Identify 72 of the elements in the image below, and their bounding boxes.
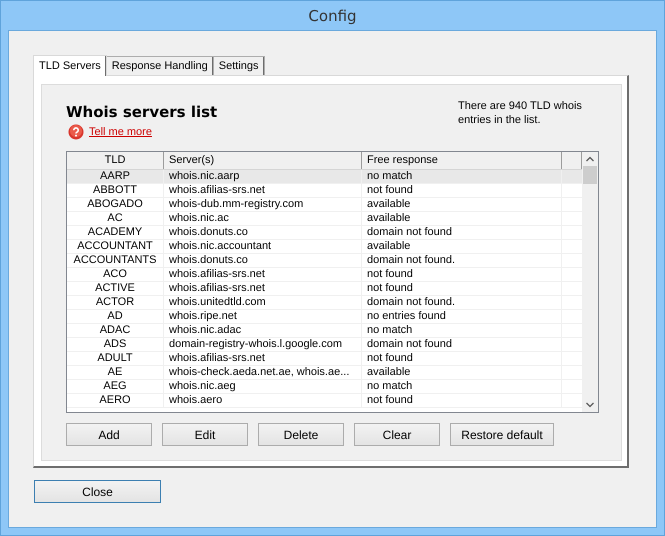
table-cell: whois.donuts.co	[164, 254, 362, 267]
table-cell: whois.nic.aarp	[164, 170, 362, 183]
table-cell: ACADEMY	[67, 226, 164, 239]
table-cell: ACCOUNTANT	[67, 240, 164, 253]
tab[interactable]: Response Handling	[106, 56, 214, 75]
table-cell: AD	[67, 310, 164, 323]
table-cell: ACTOR	[67, 296, 164, 309]
table-cell: whois-check.aeda.net.ae, whois.ae...	[164, 366, 362, 379]
table-cell: whois.ripe.net	[164, 310, 362, 323]
table-cell: whois.afilias-srs.net	[164, 268, 362, 281]
table-cell: no match	[362, 324, 562, 337]
vertical-scrollbar[interactable]	[582, 152, 598, 412]
table-cell: domain-registry-whois.l.google.com	[164, 338, 362, 351]
table-cell: no match	[362, 380, 562, 393]
table-cell: domain not found	[362, 226, 562, 239]
table-cell: whois.nic.aeg	[164, 380, 362, 393]
table-cell: AERO	[67, 394, 164, 407]
table-cell: ADS	[67, 338, 164, 351]
table-cell: whois.nic.ac	[164, 212, 362, 225]
close-button[interactable]: Close	[34, 480, 161, 503]
table-cell: ADAC	[67, 324, 164, 337]
table-cell: not found	[362, 394, 562, 407]
table-cell: AEG	[67, 380, 164, 393]
table-cell: ACCOUNTANTS	[67, 254, 164, 267]
column-header[interactable]: TLD	[67, 152, 164, 169]
column-header[interactable]: Free response	[362, 152, 562, 169]
table-cell: domain not found.	[362, 254, 562, 267]
scrollbar-thumb[interactable]	[583, 166, 597, 184]
table-cell: AC	[67, 212, 164, 225]
table-cell: not found	[362, 352, 562, 365]
table-cell: no entries found	[362, 310, 562, 323]
servers-table[interactable]	[66, 151, 599, 413]
column-header[interactable]: Server(s)	[164, 152, 362, 169]
table-cell: domain not found.	[362, 296, 562, 309]
window-title: Config	[308, 6, 357, 24]
table-cell: whois.nic.adac	[164, 324, 362, 337]
selected-row[interactable]: AARP whois.nic.aarp no match	[67, 170, 582, 184]
table-cell: not found	[362, 282, 562, 295]
table-cell: ACO	[67, 268, 164, 281]
table-cell: ADULT	[67, 352, 164, 365]
clear-button[interactable]: Clear	[354, 423, 440, 446]
table-cell: available	[362, 240, 562, 253]
table-cell: available	[362, 198, 562, 211]
table-cell: AARP	[67, 170, 164, 183]
edit-button[interactable]: Edit	[162, 423, 248, 446]
table-cell: whois.aero	[164, 394, 362, 407]
table-cell: not found	[362, 268, 562, 281]
table-cell: not found	[362, 184, 562, 197]
help-link[interactable]: Tell me more	[89, 126, 152, 138]
tab[interactable]: Settings	[212, 56, 265, 75]
tab[interactable]: TLD Servers	[33, 55, 107, 76]
table-cell: domain not found	[362, 338, 562, 351]
table-cell: whois.unitedtld.com	[164, 296, 362, 309]
add-button[interactable]: Add	[66, 423, 152, 446]
entries-count-text: There are 940 TLD whois entries in the list.	[458, 99, 583, 128]
table-cell: whois.nic.accountant	[164, 240, 362, 253]
table-cell: AE	[67, 366, 164, 379]
section-heading: Whois servers list	[66, 103, 218, 121]
table-cell: whois.afilias-srs.net	[164, 184, 362, 197]
table-cell: whois.afilias-srs.net	[164, 282, 362, 295]
table-cell: available	[362, 366, 562, 379]
table-cell: ABBOTT	[67, 184, 164, 197]
table-cell: whois.afilias-srs.net	[164, 352, 362, 365]
table-cell: no match	[362, 170, 562, 183]
table-cell: whois-dub.mm-registry.com	[164, 198, 362, 211]
table-cell: ACTIVE	[67, 282, 164, 295]
table-cell: ABOGADO	[67, 198, 164, 211]
table-cell: available	[362, 212, 562, 225]
table-cell: whois.donuts.co	[164, 226, 362, 239]
restore-default-button[interactable]: Restore default	[450, 423, 554, 446]
help-icon	[68, 124, 84, 140]
delete-button[interactable]: Delete	[258, 423, 344, 446]
